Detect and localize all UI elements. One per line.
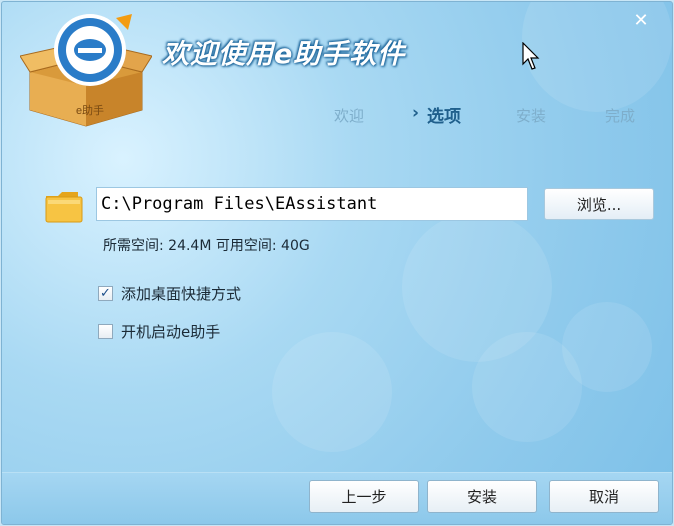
close-icon: ✕	[633, 9, 649, 31]
bubble-decor	[562, 302, 652, 392]
autostart-option[interactable]: 开机启动e助手	[98, 321, 220, 342]
desktop-shortcut-option[interactable]: ✓ 添加桌面快捷方式	[98, 283, 241, 304]
autostart-checkbox[interactable]	[98, 324, 113, 339]
close-button[interactable]: ✕	[614, 8, 668, 32]
browse-button[interactable]: 浏览...	[544, 188, 654, 220]
folder-icon	[45, 192, 83, 223]
step-finish: 完成	[605, 107, 636, 125]
installer-window: e助手 欢迎使用e助手软件 ✕ 欢迎 › 选项 安装 完成 C:\Program…	[1, 1, 673, 525]
app-title: 欢迎使用e助手软件	[162, 39, 406, 70]
autostart-label: 开机启动e助手	[121, 323, 221, 341]
step-install: 安装	[516, 107, 547, 125]
e-assistant-logo-icon: e助手	[20, 14, 152, 127]
desktop-shortcut-label: 添加桌面快捷方式	[121, 285, 242, 303]
step-options: 选项	[427, 107, 461, 127]
back-button[interactable]: 上一步	[309, 480, 419, 513]
install-button[interactable]: 安装	[427, 480, 537, 513]
logo-badge-text: e助手	[76, 103, 104, 117]
current-step-arrow-icon: ›	[412, 103, 420, 123]
install-path-input[interactable]: C:\Program Files\EAssistant	[96, 187, 528, 221]
mouse-cursor-icon	[522, 42, 540, 70]
desktop-shortcut-checkbox[interactable]: ✓	[98, 286, 113, 301]
disk-space-info: 所需空间: 24.4M 可用空间: 40G	[103, 238, 310, 254]
bubble-decor	[272, 332, 392, 452]
step-welcome: 欢迎	[334, 107, 365, 125]
cancel-button[interactable]: 取消	[549, 480, 659, 513]
checkmark-icon: ✓	[100, 286, 111, 301]
